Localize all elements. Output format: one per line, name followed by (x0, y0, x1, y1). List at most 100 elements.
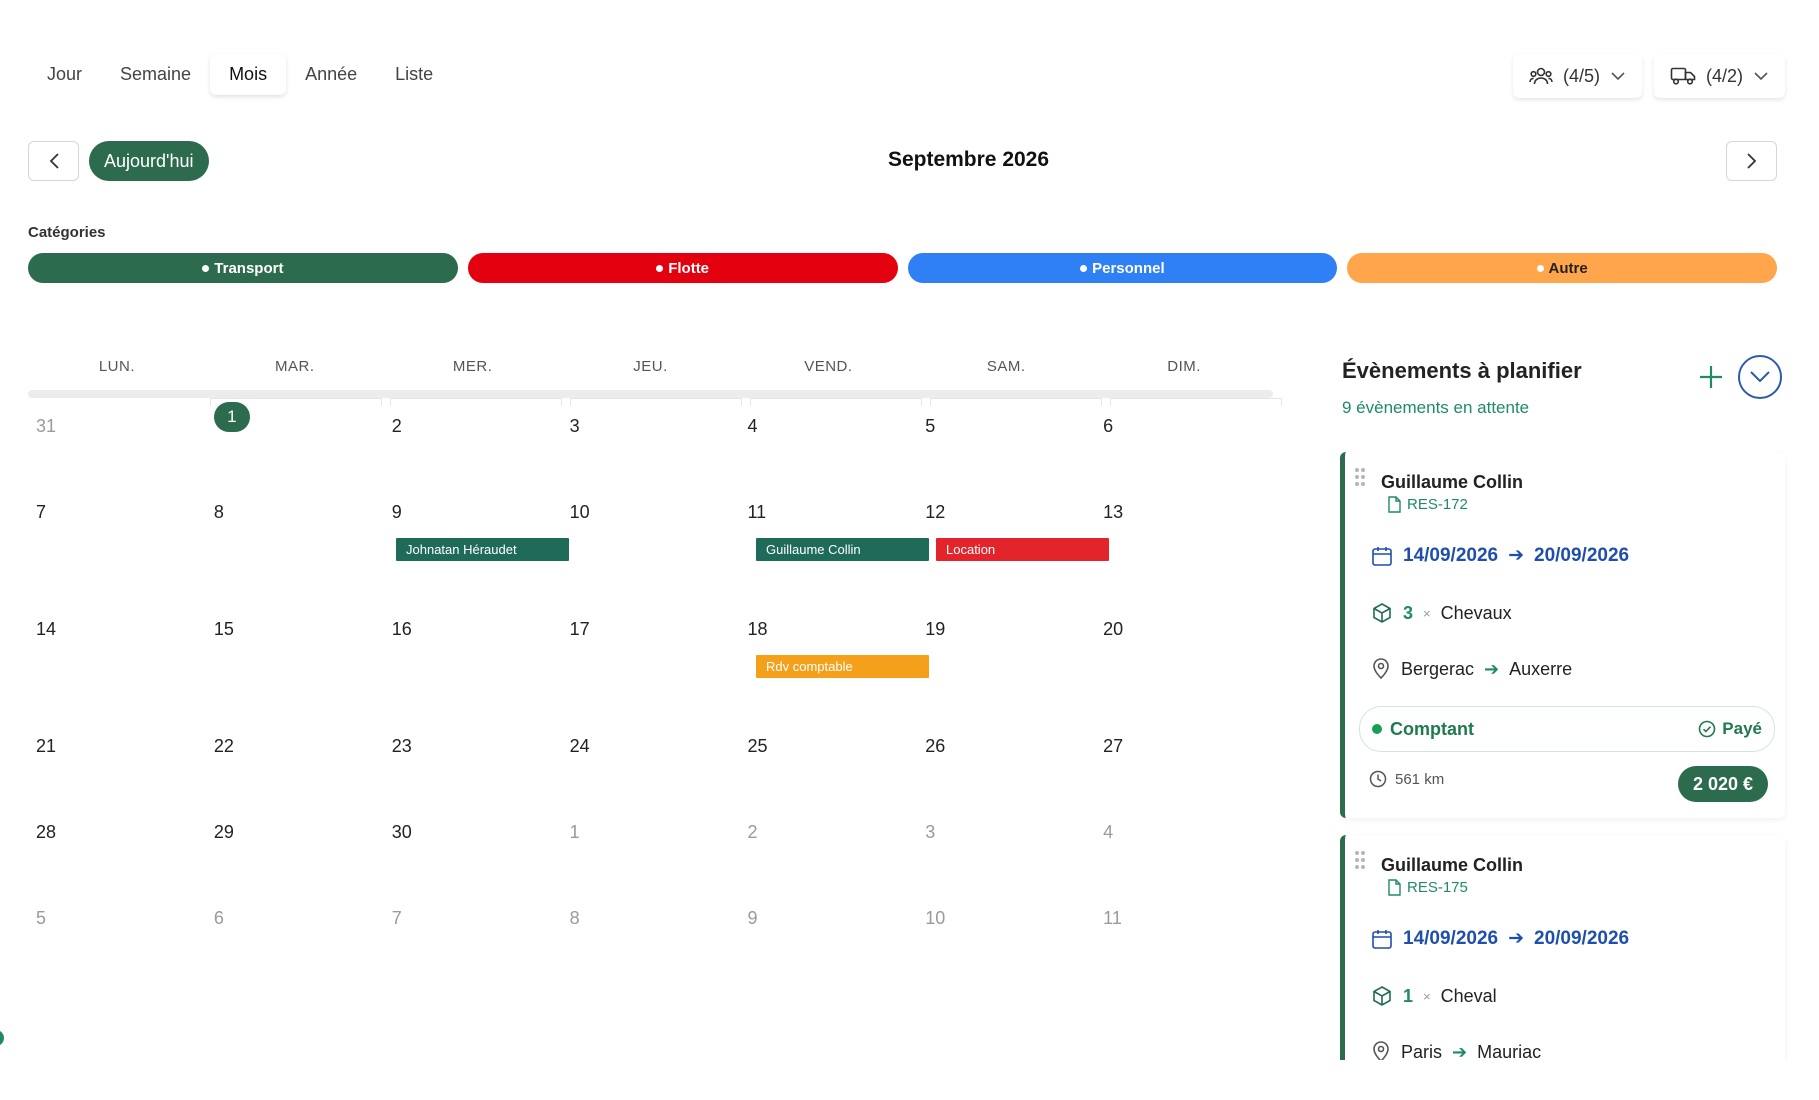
calendar-day-cell[interactable]: 23 (384, 718, 562, 804)
category-label: Transport (214, 259, 284, 277)
day-number: 5 (925, 416, 936, 436)
vehicle-filter-dropdown[interactable]: (4/2) (1653, 54, 1785, 98)
calendar-day-cell[interactable]: 20 (1095, 601, 1273, 718)
day-number: 20 (1103, 619, 1124, 639)
day-cell-top-border (570, 398, 742, 406)
today-button[interactable]: Aujourd'hui (89, 141, 209, 181)
tab-jour[interactable]: Jour (28, 54, 101, 95)
calendar-day-cell[interactable]: 3 (917, 804, 1095, 890)
previous-month-button[interactable] (28, 141, 79, 181)
calendar-day-cell[interactable]: 10 (917, 890, 1095, 976)
day-number: 7 (36, 502, 47, 522)
staff-filter-dropdown[interactable]: (4/5) (1512, 54, 1642, 98)
calendar-day-cell[interactable]: 10 (562, 484, 740, 601)
day-number: 27 (1103, 736, 1124, 756)
chevron-down-icon (1750, 371, 1770, 383)
weekday-label: LUN. (98, 358, 136, 375)
tab-semaine[interactable]: Semaine (101, 54, 210, 95)
collapse-panel-button[interactable] (1738, 355, 1782, 399)
chevron-left-icon (49, 153, 59, 169)
check-circle-icon (1698, 720, 1716, 738)
day-number: 10 (925, 908, 946, 928)
calendar-day-cell[interactable]: 29 (206, 804, 384, 890)
event-card[interactable]: Guillaume Collin RES-172 14/09/2026 ➔ 20… (1340, 452, 1785, 818)
route-to: Auxerre (1509, 658, 1573, 679)
calendar-day-cell[interactable]: 8 (206, 484, 384, 601)
calendar-day-cell[interactable]: 28 (28, 804, 206, 890)
calendar-day-cell[interactable]: 21 (28, 718, 206, 804)
reservation-ref[interactable]: RES-175 (1387, 879, 1468, 896)
chevron-down-icon (1754, 72, 1768, 81)
document-icon (1388, 496, 1401, 513)
calendar-day-cell[interactable]: 6 (206, 890, 384, 976)
calendar-icon (1372, 929, 1392, 949)
calendar-day-cell[interactable]: 26 (917, 718, 1095, 804)
calendar-day-cell[interactable]: 7 (384, 890, 562, 976)
calendar-day-cell[interactable]: 4 (739, 398, 917, 484)
category-flotte[interactable]: Flotte (467, 253, 898, 283)
calendar-day-cell[interactable]: 8 (562, 890, 740, 976)
category-personnel[interactable]: Personnel (907, 253, 1338, 283)
drag-handle-icon[interactable] (1353, 466, 1367, 488)
tab-mois[interactable]: Mois (210, 54, 286, 95)
add-event-button[interactable] (1696, 362, 1726, 392)
day-number: 4 (747, 416, 758, 436)
day-number: 15 (213, 619, 234, 639)
day-number: 28 (36, 822, 57, 842)
calendar-day-cell[interactable]: 11 (1095, 890, 1273, 976)
next-month-button[interactable] (1726, 141, 1777, 181)
calendar-event[interactable]: Location (936, 538, 1109, 561)
tab-annee[interactable]: Année (286, 54, 376, 95)
calendar-day-cell[interactable]: 14 (28, 601, 206, 718)
day-number: 14 (36, 619, 57, 639)
calendar-day-cell[interactable]: 5 (28, 890, 206, 976)
month-calendar: LUN. MAR. MER. JEU. VEND. SAM. DIM. 31 1 2… (28, 358, 1282, 976)
calendar-event[interactable]: Guillaume Collin (756, 538, 929, 561)
calendar-day-cell[interactable]: 25 (739, 718, 917, 804)
calendar-day-cell[interactable]: 16 (384, 601, 562, 718)
day-number: 7 (391, 908, 402, 928)
day-number: 6 (213, 908, 224, 928)
date-from: 14/09/2026 (1403, 927, 1499, 949)
quantity-value: 3 (1403, 602, 1414, 623)
top-filters: (4/5) (4/2) (1512, 54, 1785, 98)
calendar-day-cell[interactable]: 6 (1095, 398, 1273, 484)
reservation-ref[interactable]: RES-172 (1387, 496, 1468, 513)
category-autre[interactable]: Autre (1347, 253, 1777, 283)
calendar-day-cell[interactable]: 17 (562, 601, 740, 718)
day-number: 9 (391, 502, 402, 522)
route: Paris ➔ Mauriac (1371, 1041, 1541, 1060)
tab-liste[interactable]: Liste (376, 54, 452, 95)
drag-handle-icon[interactable] (1353, 849, 1367, 871)
calendar-day-cell[interactable]: 1 (206, 398, 384, 484)
calendar-day-cell[interactable]: 5 (917, 398, 1095, 484)
chevron-down-icon (1611, 72, 1625, 81)
calendar-day-cell[interactable]: 15 (206, 601, 384, 718)
calendar-day-cell[interactable]: 24 (562, 718, 740, 804)
calendar-day-cell[interactable]: 2 (384, 398, 562, 484)
calendar-day-cell[interactable]: 13 (1095, 484, 1273, 601)
calendar-day-cell[interactable]: 2 (739, 804, 917, 890)
calendar-day-cell[interactable]: 27 (1095, 718, 1273, 804)
calendar-day-cell[interactable]: 22 (206, 718, 384, 804)
calendar-day-cell[interactable]: 31 (28, 398, 206, 484)
calendar-week-row: 21 22 23 24 25 26 27 (28, 718, 1273, 804)
calendar-day-cell[interactable]: 19 (917, 601, 1095, 718)
weekday-label: DIM. (1167, 358, 1201, 375)
calendar-day-cell[interactable]: 4 (1095, 804, 1273, 890)
box-icon (1373, 603, 1391, 623)
day-number: 10 (569, 502, 590, 522)
calendar-day-cell[interactable]: 3 (562, 398, 740, 484)
calendar-event[interactable]: Johnatan Héraudet (396, 538, 569, 561)
calendar-day-cell[interactable]: 7 (28, 484, 206, 601)
calendar-day-cell[interactable]: 9 (739, 890, 917, 976)
day-number: 21 (36, 736, 57, 756)
event-card[interactable]: Guillaume Collin RES-175 14/09/2026 ➔ 20… (1340, 835, 1785, 1060)
day-number: 18 (747, 619, 768, 639)
payment-status: Comptant Payé (1359, 706, 1775, 752)
calendar-event[interactable]: Rdv comptable (756, 655, 929, 678)
day-number: 11 (1103, 908, 1122, 928)
category-transport[interactable]: Transport (28, 253, 458, 283)
calendar-day-cell[interactable]: 30 (384, 804, 562, 890)
calendar-day-cell[interactable]: 1 (562, 804, 740, 890)
